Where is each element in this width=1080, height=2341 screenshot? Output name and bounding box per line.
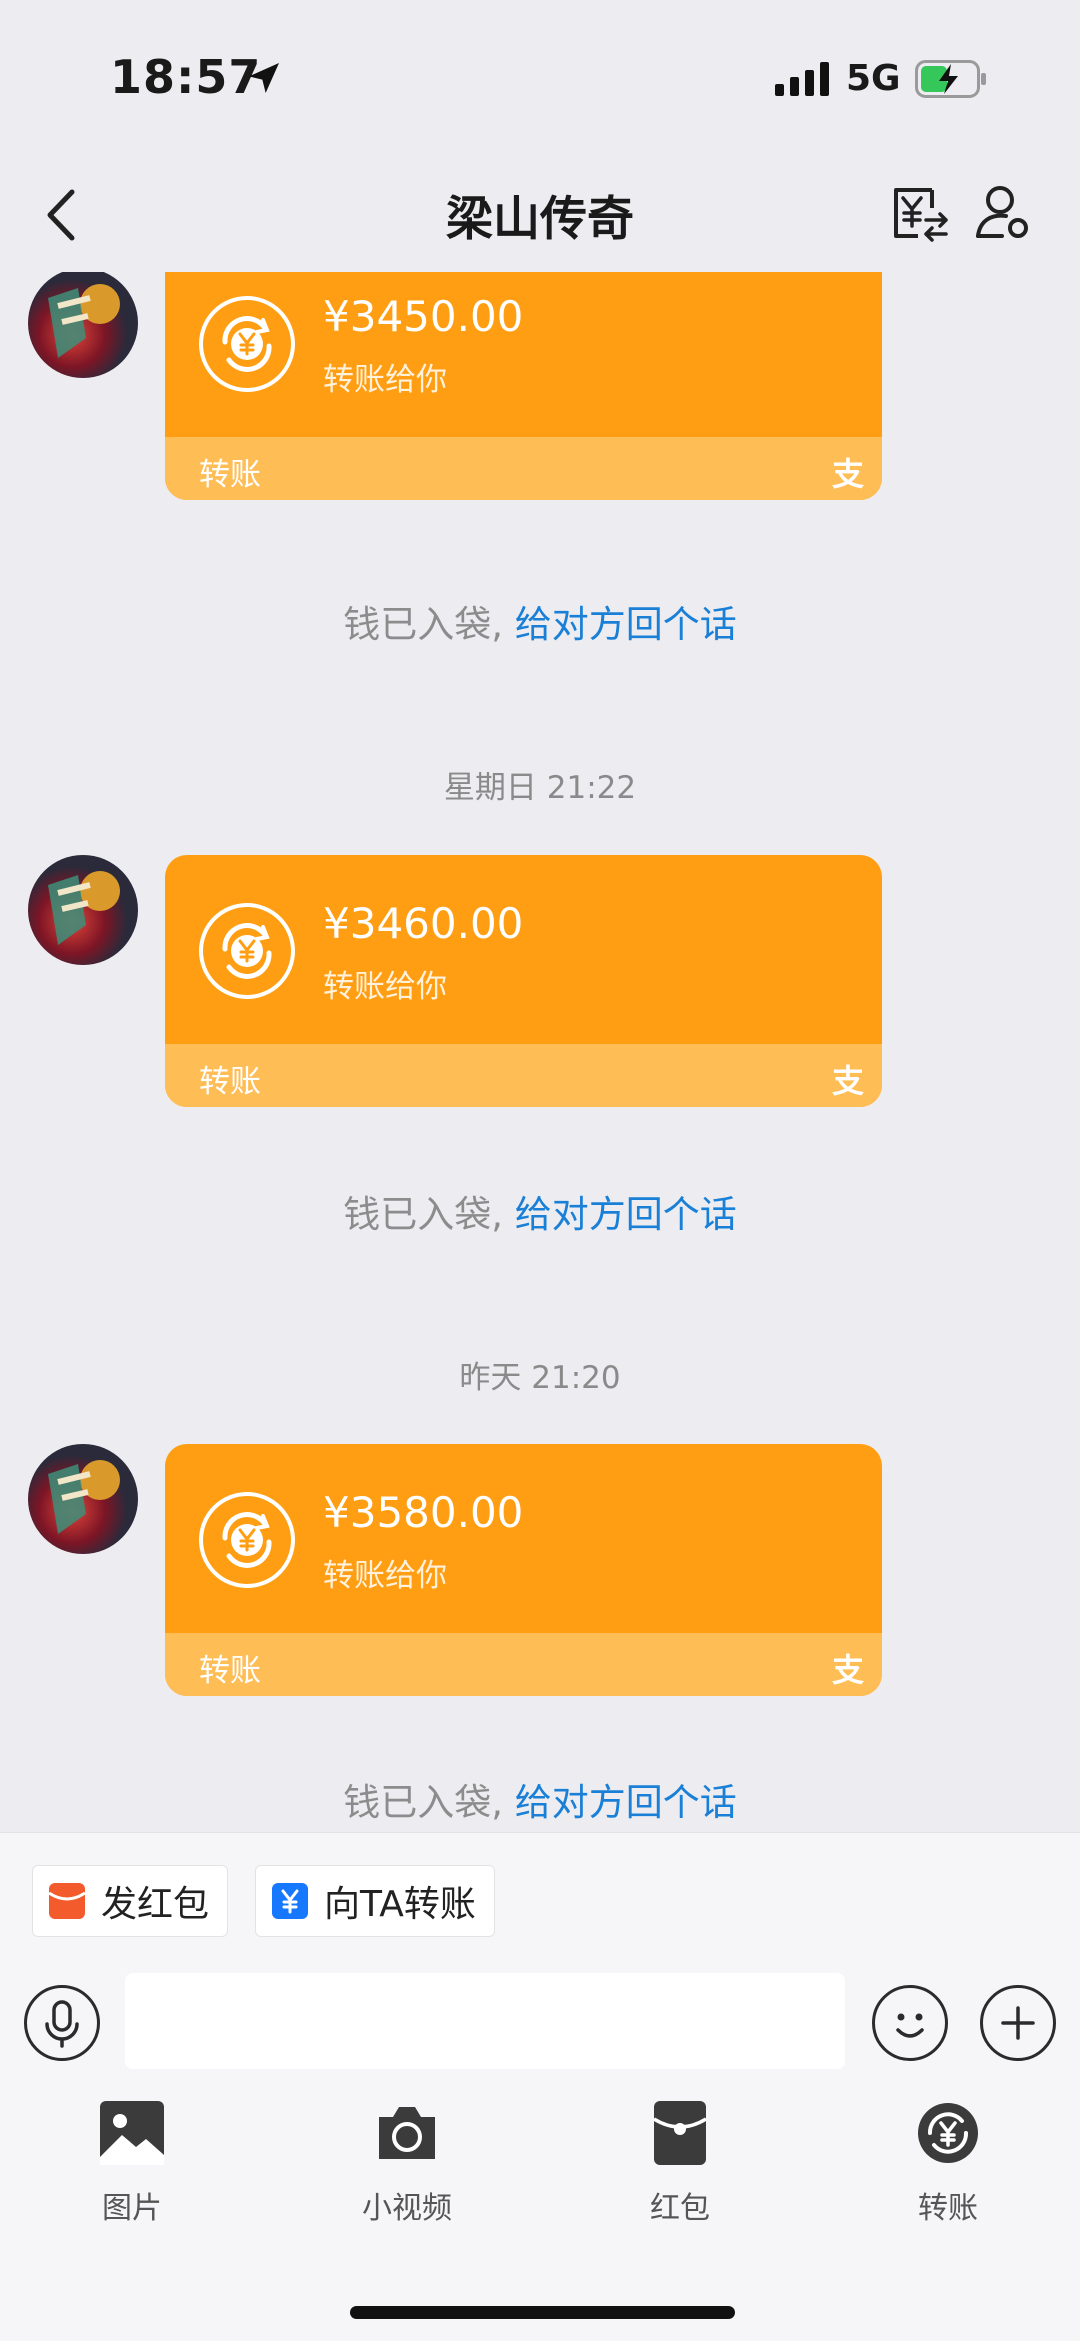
yuan-refresh-icon <box>199 903 295 999</box>
smiley-icon[interactable] <box>872 1985 948 2061</box>
image-icon <box>100 2101 164 2165</box>
status-time: 18:57 <box>110 50 262 104</box>
received-notice: 钱已入袋, 给对方回个话 <box>343 1781 737 1824</box>
transfer-amount: ¥3460.00 <box>323 899 524 948</box>
tool-bar: 图片 小视频 红包 转账 <box>0 2101 1080 2226</box>
yuan-refresh-icon <box>199 1492 295 1588</box>
transfer-label: 转账 <box>199 457 261 493</box>
tool-photo[interactable]: 图片 <box>52 2101 212 2226</box>
transfer-card[interactable]: ¥3580.00 转账给你 转账 支 <box>165 1444 882 1696</box>
yuan-refresh-icon <box>918 2103 978 2163</box>
yuan-transfer-icon[interactable] <box>888 178 952 248</box>
received-notice: 钱已入袋, 给对方回个话 <box>343 1193 737 1236</box>
alipay-logo-icon: 支 <box>831 1062 864 1100</box>
cellular-signal-icon <box>775 62 829 96</box>
avatar[interactable] <box>28 1444 138 1554</box>
transfer-label: 转账 <box>199 1064 261 1100</box>
transfer-label: 转账 <box>199 1653 261 1689</box>
battery-charging-icon <box>915 60 986 98</box>
location-arrow-icon <box>249 63 279 93</box>
alipay-logo-icon: 支 <box>831 1651 864 1689</box>
timestamp: 星期日 21:22 <box>443 770 637 806</box>
transfer-card[interactable]: ¥3460.00 转账给你 转账 支 <box>165 855 882 1107</box>
send-red-packet-button[interactable]: 发红包 <box>32 1865 229 1937</box>
reply-link[interactable]: 给对方回个话 <box>515 603 737 646</box>
red-packet-icon <box>48 1883 86 1919</box>
reply-link[interactable]: 给对方回个话 <box>515 1781 737 1824</box>
tool-transfer[interactable]: 转账 <box>868 2101 1028 2226</box>
alipay-logo-icon: 支 <box>831 455 864 493</box>
transfer-amount: ¥3580.00 <box>323 1488 524 1537</box>
network-type: 5G <box>846 58 901 99</box>
transfer-subtitle: 转账给你 <box>323 362 447 398</box>
home-indicator[interactable] <box>350 2306 735 2319</box>
status-bar: 18:57 5G <box>0 0 1080 160</box>
transfer-to-ta-button[interactable]: 向TA转账 <box>255 1865 495 1937</box>
tool-red-packet[interactable]: 红包 <box>600 2101 760 2226</box>
microphone-icon[interactable] <box>24 1985 100 2061</box>
transfer-subtitle: 转账给你 <box>323 969 447 1005</box>
received-notice: 钱已入袋, 给对方回个话 <box>343 603 737 646</box>
reply-link[interactable]: 给对方回个话 <box>515 1193 737 1236</box>
camera-icon <box>379 2107 435 2159</box>
red-packet-icon <box>653 2101 707 2165</box>
timestamp: 昨天 21:20 <box>459 1360 621 1396</box>
message-input[interactable] <box>125 1973 845 2069</box>
chat-area[interactable]: ¥3450.00 转账给你 转账 支 钱已入袋, 给对方回个话 星期日 21:2… <box>0 272 1080 1832</box>
transfer-card[interactable]: ¥3450.00 转账给你 转账 支 <box>165 272 882 500</box>
input-row <box>0 1973 1080 2073</box>
input-panel: 发红包 向TA转账 图片 小视频 红包 转账 <box>0 1832 1080 2341</box>
transfer-amount: ¥3450.00 <box>323 292 524 341</box>
yuan-icon <box>272 1883 308 1919</box>
yuan-refresh-icon <box>199 296 295 392</box>
transfer-subtitle: 转账给你 <box>323 1558 447 1594</box>
avatar[interactable] <box>28 272 138 378</box>
user-settings-icon[interactable] <box>972 178 1036 248</box>
plus-icon[interactable] <box>980 1985 1056 2061</box>
avatar[interactable] <box>28 855 138 965</box>
nav-bar: 梁山传奇 <box>0 160 1080 272</box>
tool-video[interactable]: 小视频 <box>327 2101 487 2226</box>
